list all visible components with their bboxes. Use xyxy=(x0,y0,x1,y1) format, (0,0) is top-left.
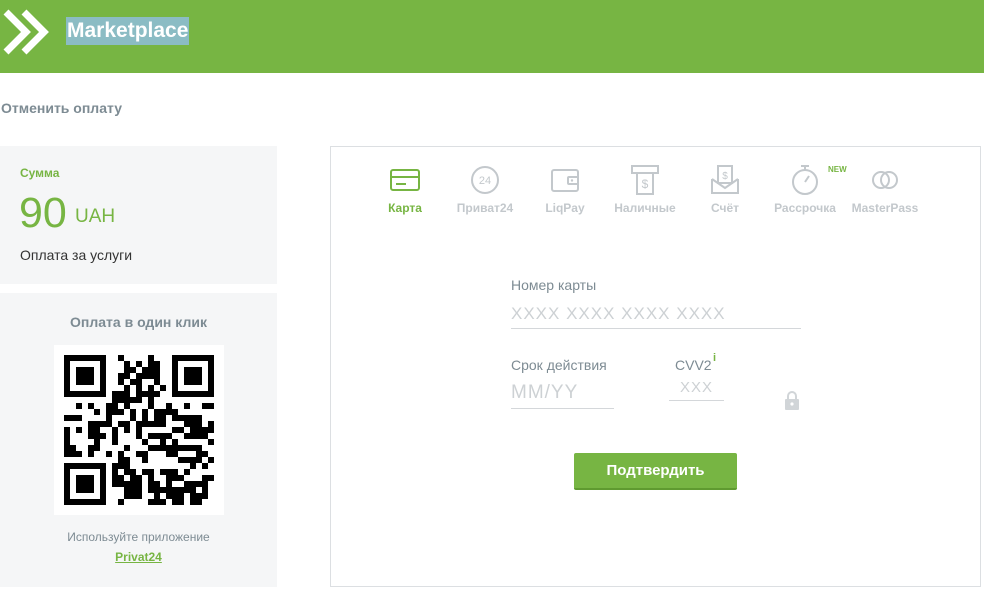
amount-currency: UAH xyxy=(75,206,116,227)
qr-hint: Используйте приложение xyxy=(67,530,210,544)
qr-app-link-row: Privat24 xyxy=(0,550,277,564)
confirm-button[interactable]: Подтвердить xyxy=(574,453,737,490)
method-label-card: Карта xyxy=(388,201,422,215)
card-number-input[interactable] xyxy=(511,299,801,329)
method-label-cash: Наличные xyxy=(614,201,676,215)
amount-label: Сумма xyxy=(20,166,60,180)
payment-panel: Карта 24 Приват24 LiqPay $ Наличные $ Сч… xyxy=(330,146,981,587)
method-label-liqpay: LiqPay xyxy=(545,201,585,215)
method-label-privat24: Приват24 xyxy=(456,201,514,215)
method-label-masterpass: MasterPass xyxy=(851,201,919,215)
cvv-label: CVV2 xyxy=(675,357,712,373)
new-badge: NEW xyxy=(828,165,847,174)
cvv-info-icon[interactable]: i xyxy=(713,352,716,364)
qr-payment-card: Оплата в один клик Используйте приложени… xyxy=(0,293,277,587)
cash-terminal-icon: $ xyxy=(631,165,659,195)
amount-card: Сумма 90 UAH Оплата за услуги xyxy=(0,146,277,284)
merchant-title: Marketplace xyxy=(66,17,190,45)
expiry-label: Срок действия xyxy=(511,357,607,373)
lock-icon xyxy=(785,391,799,410)
svg-text:$: $ xyxy=(722,171,728,182)
amount-value: 90 xyxy=(19,189,67,237)
privat24-icon: 24 xyxy=(471,166,499,194)
privat24-app-link[interactable]: Privat24 xyxy=(115,550,162,564)
qr-code xyxy=(54,345,224,515)
method-tab-invoice[interactable]: $ Счёт xyxy=(685,163,765,215)
method-label-installment: Рассрочка xyxy=(774,201,836,215)
stopwatch-icon xyxy=(792,165,818,195)
method-tab-card[interactable]: Карта xyxy=(365,163,445,215)
wallet-icon xyxy=(551,169,579,192)
masterpass-icon xyxy=(872,171,898,189)
svg-text:24: 24 xyxy=(479,175,491,187)
card-number-label: Номер карты xyxy=(511,277,597,293)
method-tab-masterpass[interactable]: MasterPass xyxy=(845,163,925,215)
qr-title: Оплата в один клик xyxy=(70,314,207,330)
payment-description: Оплата за услуги xyxy=(20,247,133,263)
cvv-input[interactable] xyxy=(669,375,724,401)
expiry-input[interactable] xyxy=(511,377,614,409)
method-tab-privat24[interactable]: 24 Приват24 xyxy=(445,163,525,215)
cancel-payment-link[interactable]: Отменить оплату xyxy=(1,100,122,116)
method-label-invoice: Счёт xyxy=(710,201,740,215)
svg-text:$: $ xyxy=(642,177,649,191)
qr-code-icon xyxy=(64,355,214,505)
invoice-icon: $ xyxy=(711,165,739,194)
method-tab-cash[interactable]: $ Наличные xyxy=(605,163,685,215)
logo-chevrons-icon xyxy=(3,9,49,55)
method-tab-liqpay[interactable]: LiqPay xyxy=(525,163,605,215)
card-icon xyxy=(390,169,420,191)
header-bar: Marketplace xyxy=(0,0,984,73)
